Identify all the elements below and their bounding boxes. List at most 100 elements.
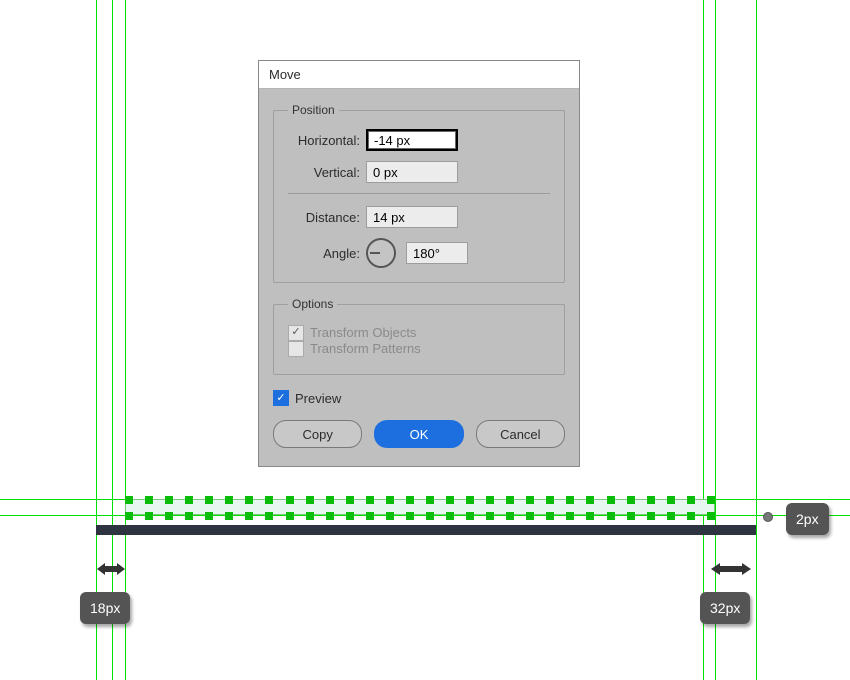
options-legend: Options bbox=[288, 297, 337, 311]
selection-handle[interactable] bbox=[506, 496, 514, 504]
selection-handle[interactable] bbox=[627, 512, 635, 520]
selection-handle[interactable] bbox=[466, 496, 474, 504]
dialog-button-row: Copy OK Cancel bbox=[273, 420, 565, 448]
selection-handles-top bbox=[125, 496, 715, 504]
selection-handle[interactable] bbox=[165, 496, 173, 504]
vertical-label: Vertical: bbox=[288, 165, 360, 180]
selection-handle[interactable] bbox=[306, 512, 314, 520]
options-group: Options Transform Objects Transform Patt… bbox=[273, 297, 565, 375]
selection-handle[interactable] bbox=[647, 512, 655, 520]
selection-handle[interactable] bbox=[526, 496, 534, 504]
selection-handle[interactable] bbox=[386, 496, 394, 504]
preview-checkbox[interactable]: Preview bbox=[273, 390, 341, 406]
separator bbox=[288, 193, 550, 194]
cancel-button[interactable]: Cancel bbox=[476, 420, 565, 448]
selection-handle[interactable] bbox=[245, 512, 253, 520]
selection-handle[interactable] bbox=[225, 496, 233, 504]
transform-patterns-checkbox: Transform Patterns bbox=[288, 341, 421, 357]
selection-handle[interactable] bbox=[245, 496, 253, 504]
selection-handle[interactable] bbox=[326, 512, 334, 520]
selection-handle[interactable] bbox=[265, 512, 273, 520]
selection-handle[interactable] bbox=[566, 512, 574, 520]
angle-input[interactable] bbox=[406, 242, 468, 264]
selection-handle[interactable] bbox=[586, 512, 594, 520]
selection-handle[interactable] bbox=[707, 496, 715, 504]
selection-handle[interactable] bbox=[346, 496, 354, 504]
dialog-title[interactable]: Move bbox=[259, 61, 579, 89]
measurement-badge-right-inset: 32px bbox=[700, 592, 750, 624]
selection-handle[interactable] bbox=[406, 512, 414, 520]
checkbox-icon bbox=[273, 390, 289, 406]
transform-patterns-label: Transform Patterns bbox=[310, 341, 421, 356]
selection-handle[interactable] bbox=[546, 496, 554, 504]
measurement-badge-right-gap: 2px bbox=[786, 503, 829, 535]
checkbox-icon bbox=[288, 341, 304, 357]
arrow-horizontal-icon bbox=[97, 562, 125, 576]
selection-handle[interactable] bbox=[526, 512, 534, 520]
selection-handle[interactable] bbox=[506, 512, 514, 520]
transform-objects-label: Transform Objects bbox=[310, 325, 416, 340]
transform-objects-checkbox: Transform Objects bbox=[288, 325, 416, 341]
selection-handle[interactable] bbox=[667, 512, 675, 520]
selection-handle[interactable] bbox=[667, 496, 675, 504]
selection-handle[interactable] bbox=[707, 512, 715, 520]
guide-vertical bbox=[96, 0, 97, 680]
anchor-point[interactable] bbox=[763, 512, 773, 522]
horizontal-input[interactable] bbox=[366, 129, 458, 151]
selection-handle[interactable] bbox=[145, 512, 153, 520]
selection-handle[interactable] bbox=[466, 512, 474, 520]
selection-handle[interactable] bbox=[145, 496, 153, 504]
guide-vertical bbox=[715, 0, 716, 680]
guide-vertical bbox=[112, 0, 113, 680]
ok-button[interactable]: OK bbox=[374, 420, 463, 448]
angle-dial[interactable] bbox=[366, 238, 396, 268]
selection-handles-bottom bbox=[125, 512, 715, 520]
selection-handle[interactable] bbox=[185, 512, 193, 520]
selection-handle[interactable] bbox=[607, 496, 615, 504]
selection-handle[interactable] bbox=[205, 512, 213, 520]
distance-label: Distance: bbox=[288, 210, 360, 225]
guide-vertical bbox=[125, 0, 126, 680]
selection-handle[interactable] bbox=[286, 496, 294, 504]
preview-label: Preview bbox=[295, 391, 341, 406]
selection-handle[interactable] bbox=[486, 512, 494, 520]
guide-vertical bbox=[756, 0, 757, 680]
selection-handle[interactable] bbox=[607, 512, 615, 520]
distance-input[interactable] bbox=[366, 206, 458, 228]
selection-handle[interactable] bbox=[546, 512, 554, 520]
position-group: Position Horizontal: Vertical: Distance:… bbox=[273, 103, 565, 283]
selection-handle[interactable] bbox=[286, 512, 294, 520]
horizontal-label: Horizontal: bbox=[288, 133, 360, 148]
selection-handle[interactable] bbox=[446, 512, 454, 520]
artwork-bar[interactable] bbox=[96, 525, 756, 535]
selection-handle[interactable] bbox=[165, 512, 173, 520]
copy-button[interactable]: Copy bbox=[273, 420, 362, 448]
selection-handle[interactable] bbox=[366, 496, 374, 504]
selection-handle[interactable] bbox=[265, 496, 273, 504]
arrow-horizontal-icon bbox=[711, 562, 751, 576]
selection-handle[interactable] bbox=[426, 496, 434, 504]
selection-handle[interactable] bbox=[205, 496, 213, 504]
selection-handle[interactable] bbox=[125, 496, 133, 504]
selection-handle[interactable] bbox=[566, 496, 574, 504]
selection-handle[interactable] bbox=[687, 496, 695, 504]
selection-handle[interactable] bbox=[406, 496, 414, 504]
selection-handle[interactable] bbox=[486, 496, 494, 504]
selection-handle[interactable] bbox=[366, 512, 374, 520]
vertical-input[interactable] bbox=[366, 161, 458, 183]
selection-handle[interactable] bbox=[446, 496, 454, 504]
angle-label: Angle: bbox=[288, 246, 360, 261]
selection-handle[interactable] bbox=[185, 496, 193, 504]
selection-handle[interactable] bbox=[125, 512, 133, 520]
selection-handle[interactable] bbox=[647, 496, 655, 504]
selection-handle[interactable] bbox=[586, 496, 594, 504]
selection-handle[interactable] bbox=[426, 512, 434, 520]
selection-handle[interactable] bbox=[627, 496, 635, 504]
selection-handle[interactable] bbox=[306, 496, 314, 504]
selection-handle[interactable] bbox=[326, 496, 334, 504]
selection-handle[interactable] bbox=[225, 512, 233, 520]
selection-handle[interactable] bbox=[346, 512, 354, 520]
selection-handle[interactable] bbox=[687, 512, 695, 520]
selection-handle[interactable] bbox=[386, 512, 394, 520]
measurement-badge-left-inset: 18px bbox=[80, 592, 130, 624]
